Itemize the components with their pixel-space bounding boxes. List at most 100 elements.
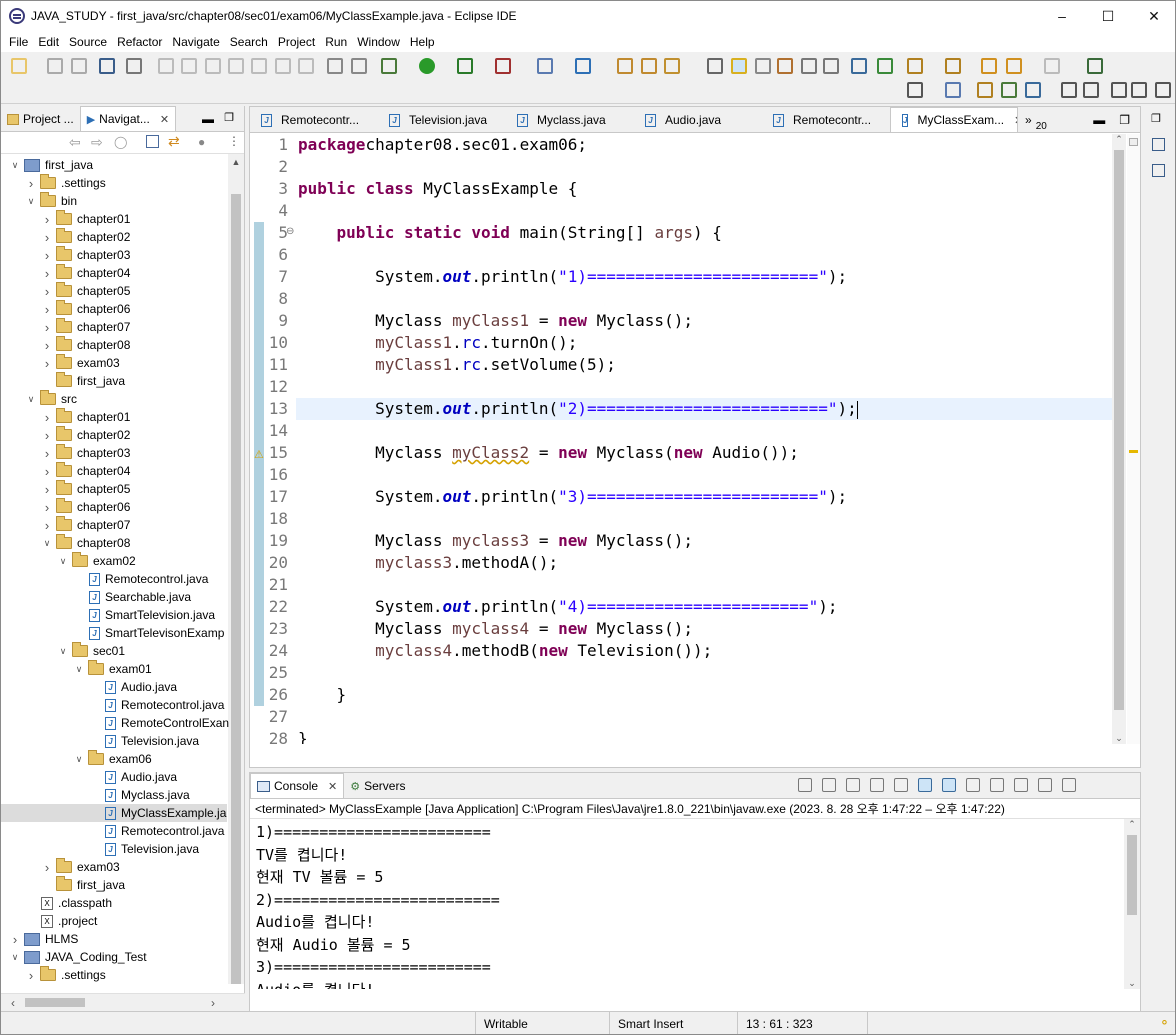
menu-item-navigate[interactable]: Navigate bbox=[167, 35, 224, 49]
up-icon[interactable]: ◯ bbox=[114, 135, 127, 149]
show-on-output-icon[interactable] bbox=[918, 778, 932, 792]
tree-item[interactable]: › exam03 bbox=[1, 354, 120, 372]
code-line[interactable]: System.out.println("1)==================… bbox=[298, 266, 847, 288]
editor-tab[interactable]: JMyClassExam...✕ bbox=[890, 107, 1018, 132]
toggle-mark-icon[interactable] bbox=[707, 58, 723, 74]
code-editor[interactable]: ⊖ ⚠ 1 packagechapter08.sec01.exam06; 2 3 pub… bbox=[250, 134, 1114, 744]
collapsed-arrow-icon[interactable]: › bbox=[41, 302, 53, 317]
restore-icon[interactable] bbox=[1061, 82, 1077, 98]
forward-icon[interactable] bbox=[1044, 58, 1060, 74]
tree-item[interactable]: › chapter05 bbox=[1, 480, 130, 498]
tree-item[interactable]: J Searchable.java bbox=[1, 588, 191, 606]
code-line[interactable]: } bbox=[298, 684, 347, 706]
search-icon[interactable] bbox=[664, 58, 680, 74]
collapsed-arrow-icon[interactable]: › bbox=[41, 338, 53, 353]
console-vscrollbar[interactable]: ⌃ ⌄ bbox=[1124, 819, 1140, 989]
collapsed-arrow-icon[interactable]: › bbox=[41, 500, 53, 515]
view-menu-icon[interactable]: ⋮ bbox=[228, 134, 240, 148]
scroll-right-icon[interactable]: › bbox=[211, 996, 215, 1010]
tree-item[interactable]: J MyClassExample.ja bbox=[1, 804, 227, 822]
collapsed-arrow-icon[interactable]: › bbox=[41, 464, 53, 479]
tree-item[interactable]: › chapter07 bbox=[1, 516, 130, 534]
maximize-view-icon[interactable] bbox=[1131, 82, 1147, 98]
tree-item[interactable]: › chapter06 bbox=[1, 498, 130, 516]
collapsed-arrow-icon[interactable]: › bbox=[41, 428, 53, 443]
tree-item[interactable]: › chapter01 bbox=[1, 408, 130, 426]
code-line[interactable]: packagechapter08.sec01.exam06; bbox=[298, 134, 587, 156]
tree-item[interactable]: J SmartTelevision.java bbox=[1, 606, 215, 624]
tree-item[interactable]: J Audio.java bbox=[1, 678, 177, 696]
window-icon[interactable] bbox=[1083, 82, 1099, 98]
back-arrow-icon[interactable]: ⇦ bbox=[69, 134, 81, 151]
pilcrow-icon[interactable] bbox=[823, 58, 839, 74]
collapsed-arrow-icon[interactable]: › bbox=[41, 230, 53, 245]
tree-item[interactable]: J Remotecontrol.java bbox=[1, 570, 208, 588]
highlight-icon[interactable] bbox=[731, 58, 747, 74]
remove-launch-icon[interactable] bbox=[822, 778, 836, 792]
filter-icon[interactable]: ● bbox=[198, 135, 205, 149]
tree-item[interactable]: ∨ first_java bbox=[1, 156, 93, 174]
minimize-view-icon[interactable] bbox=[1038, 778, 1052, 792]
scroll-up-icon[interactable]: ▲ bbox=[228, 154, 244, 170]
scroll-up-icon[interactable]: ⌃ bbox=[1112, 134, 1126, 148]
word-wrap-icon[interactable] bbox=[755, 58, 771, 74]
tree-item[interactable]: › chapter04 bbox=[1, 264, 130, 282]
collapsed-arrow-icon[interactable]: › bbox=[41, 284, 53, 299]
coverage-icon[interactable] bbox=[457, 58, 473, 74]
collapsed-arrow-icon[interactable]: › bbox=[41, 860, 53, 875]
pin-editor-icon[interactable] bbox=[1087, 58, 1103, 74]
pin-console-icon[interactable] bbox=[966, 778, 980, 792]
tree-item[interactable]: ∨ src bbox=[1, 390, 77, 408]
collapsed-arrow-icon[interactable]: › bbox=[25, 968, 37, 983]
tree-item[interactable]: › HLMS bbox=[1, 930, 79, 948]
code-line[interactable]: public static void main(String[] args) { bbox=[298, 222, 722, 244]
tab-console[interactable]: Console ✕ bbox=[250, 773, 345, 798]
menu-item-help[interactable]: Help bbox=[405, 35, 440, 49]
code-line[interactable]: myclass4.methodB(new Television()); bbox=[298, 640, 712, 662]
tree-item[interactable]: J Remotecontrol.java bbox=[1, 696, 224, 714]
maximize-view-icon[interactable] bbox=[1062, 778, 1076, 792]
restore-icon[interactable]: ❐ bbox=[1151, 112, 1161, 125]
menu-item-file[interactable]: File bbox=[4, 35, 33, 49]
tree-item[interactable]: › chapter06 bbox=[1, 300, 130, 318]
expanded-arrow-icon[interactable]: ∨ bbox=[25, 394, 37, 405]
collapsed-arrow-icon[interactable]: › bbox=[41, 212, 53, 227]
tree-item[interactable]: › exam03 bbox=[1, 858, 120, 876]
save-all-icon[interactable] bbox=[71, 58, 87, 74]
drop-frame-icon[interactable] bbox=[327, 58, 343, 74]
tree-item[interactable]: X .project bbox=[1, 912, 97, 930]
tree-item[interactable]: J Myclass.java bbox=[1, 786, 190, 804]
close-icon[interactable]: ✕ bbox=[328, 780, 337, 793]
minimize-button[interactable]: – bbox=[1039, 1, 1085, 31]
scroll-down-icon[interactable]: ⌄ bbox=[1124, 978, 1140, 989]
web-browser-icon[interactable] bbox=[851, 58, 867, 74]
expanded-arrow-icon[interactable]: ∨ bbox=[57, 646, 69, 657]
tree-item[interactable]: › chapter02 bbox=[1, 426, 130, 444]
expanded-arrow-icon[interactable]: ∨ bbox=[73, 664, 85, 675]
terminate-icon[interactable] bbox=[205, 58, 221, 74]
external-tools-icon[interactable] bbox=[495, 58, 511, 74]
menu-item-source[interactable]: Source bbox=[64, 35, 112, 49]
editor-scroll-thumb[interactable] bbox=[1114, 150, 1124, 710]
tree-item[interactable]: ∨ exam02 bbox=[1, 552, 136, 570]
tree-scrollbar[interactable]: ▲ bbox=[228, 154, 244, 984]
collapsed-arrow-icon[interactable]: › bbox=[41, 446, 53, 461]
step-into-icon[interactable] bbox=[251, 58, 267, 74]
tree-item[interactable]: J Remotecontrol.java bbox=[1, 822, 224, 840]
code-line[interactable]: public class MyClassExample { bbox=[298, 178, 577, 200]
tree-item[interactable]: › chapter05 bbox=[1, 282, 130, 300]
code-line[interactable]: myclass3.methodA(); bbox=[298, 552, 558, 574]
editor-vscrollbar[interactable]: ⌃ ⌄ bbox=[1112, 134, 1126, 744]
tree-item[interactable]: first_java bbox=[1, 876, 125, 894]
pin-icon[interactable] bbox=[877, 58, 893, 74]
menu-item-window[interactable]: Window bbox=[352, 35, 405, 49]
prev-annotation-icon[interactable] bbox=[945, 58, 961, 74]
expanded-arrow-icon[interactable]: ∨ bbox=[25, 196, 37, 207]
tree-item[interactable]: ∨ chapter08 bbox=[1, 534, 130, 552]
collapsed-arrow-icon[interactable]: › bbox=[41, 518, 53, 533]
tree-item[interactable]: › chapter01 bbox=[1, 210, 130, 228]
minimize-view-icon[interactable]: ▬ bbox=[1093, 113, 1105, 127]
disconnect-icon[interactable] bbox=[228, 58, 244, 74]
debug-perspective-icon[interactable] bbox=[1001, 82, 1017, 98]
collapsed-arrow-icon[interactable]: › bbox=[41, 356, 53, 371]
